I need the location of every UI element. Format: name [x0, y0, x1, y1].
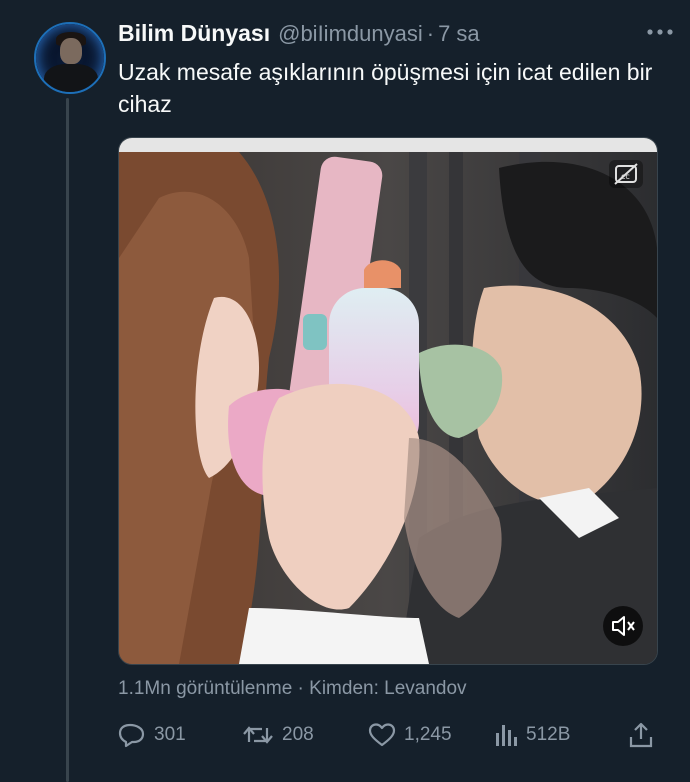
like-button[interactable]: 1,245: [368, 720, 452, 750]
user-handle[interactable]: @biIimdunyasi: [278, 21, 423, 47]
views-line[interactable]: 1.1Mn görüntülenme · Kimden: Levandov: [118, 678, 467, 700]
closed-captions-off-icon[interactable]: cc: [609, 160, 643, 188]
tweet-header: Bilim Dünyası @biIimdunyasi · 7 sa: [118, 20, 670, 50]
like-count: 1,245: [404, 724, 452, 745]
separator-dot: ·: [426, 21, 435, 46]
analytics-button[interactable]: 512B: [494, 720, 570, 750]
more-icon[interactable]: [646, 24, 674, 38]
video-player[interactable]: cc: [118, 137, 658, 665]
avatar-coat: [44, 64, 98, 92]
reply-icon: [118, 723, 145, 748]
retweet-button[interactable]: 208: [242, 720, 314, 750]
video-frame: [119, 138, 657, 664]
avatar[interactable]: [34, 22, 106, 94]
share-button[interactable]: [628, 720, 662, 750]
share-icon: [629, 722, 653, 748]
display-name[interactable]: Bilim Dünyası: [118, 20, 270, 47]
volume-muted-icon[interactable]: [603, 606, 643, 646]
views-count: 512B: [526, 724, 571, 745]
heart-icon: [368, 723, 396, 747]
reply-count: 301: [154, 724, 186, 745]
action-bar: 301 208 1,245 512B: [118, 720, 658, 750]
tweet-text: Uzak mesafe aşıklarının öpüşmesi için ic…: [118, 59, 653, 117]
bar-chart-icon: [496, 725, 517, 746]
avatar-face: [60, 38, 82, 64]
timestamp[interactable]: 7 sa: [438, 21, 480, 47]
retweet-count: 208: [282, 724, 314, 745]
retweet-icon: [243, 726, 273, 744]
reply-button[interactable]: 301: [118, 720, 186, 750]
thread-line: [66, 98, 69, 782]
